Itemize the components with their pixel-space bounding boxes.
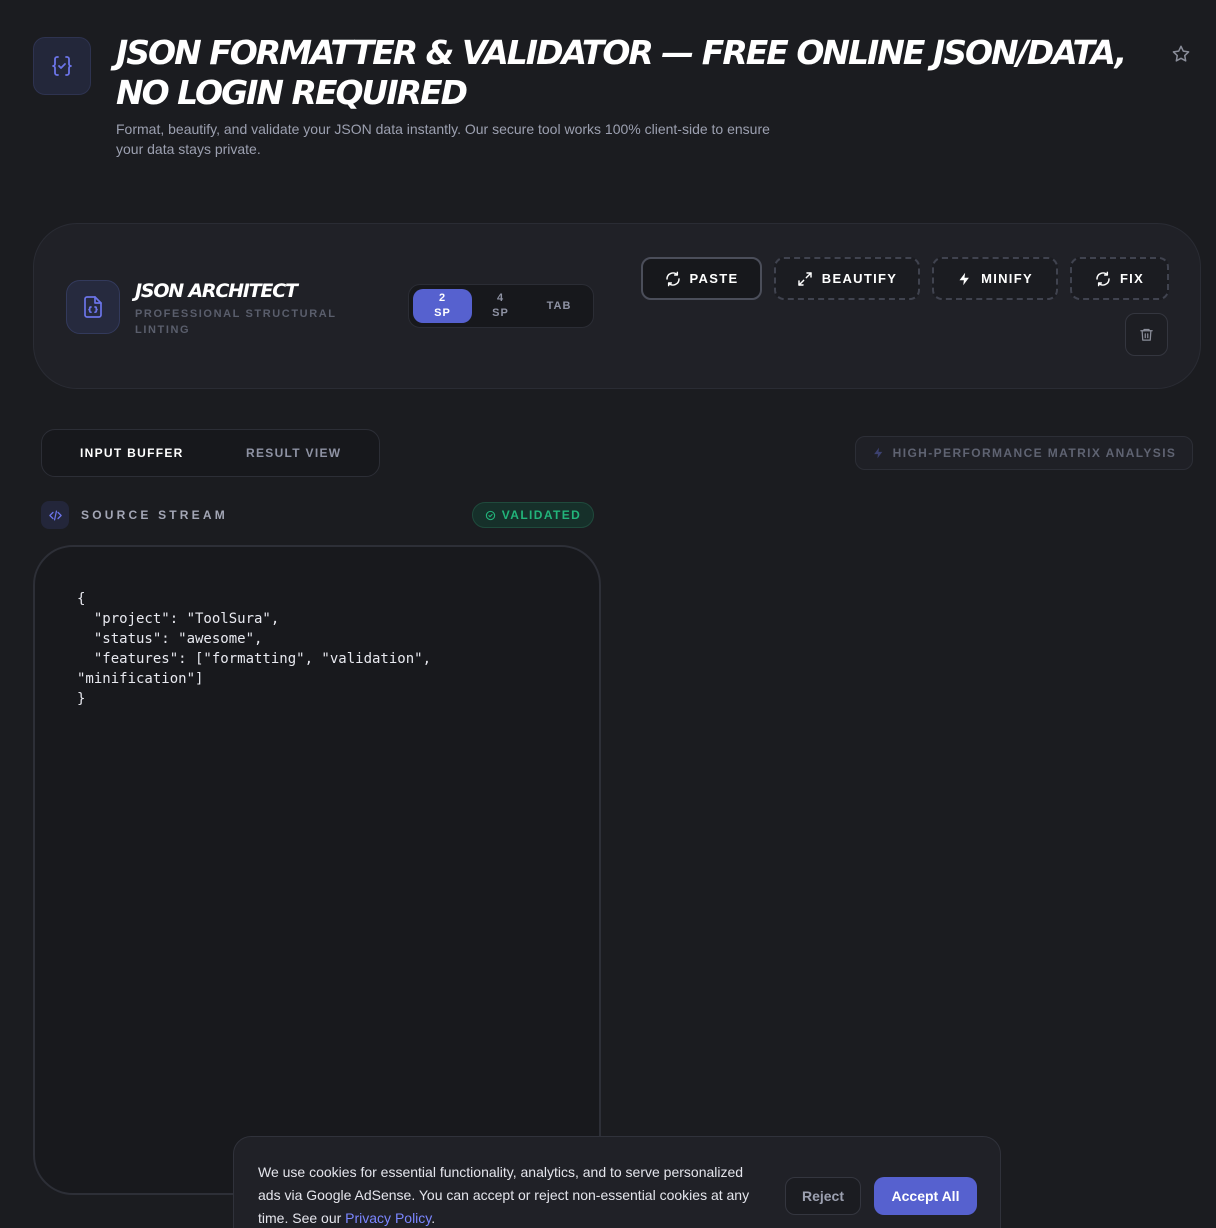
page: JSON FORMATTER & VALIDATOR — FREE ONLINE… — [0, 0, 1216, 1228]
lightning-icon — [959, 272, 969, 285]
tab-input-buffer[interactable]: INPUT BUFFER — [80, 430, 184, 476]
lightning-icon — [873, 447, 882, 459]
app-logo — [33, 37, 91, 95]
minify-button[interactable]: MINIFY — [932, 257, 1058, 300]
indent-option-4sp[interactable]: 4 SP — [472, 289, 529, 323]
architect-icon-box — [66, 280, 120, 334]
beautify-button[interactable]: BEAUTIFY — [774, 257, 920, 300]
toolbar-card: JSON ARCHITECT PROFESSIONAL STRUCTURAL L… — [33, 223, 1201, 389]
paste-button[interactable]: PASTE — [641, 257, 762, 300]
json-check-icon — [52, 56, 72, 76]
star-icon — [1172, 45, 1190, 62]
refresh-icon — [665, 271, 680, 286]
tab-result-view[interactable]: RESULT VIEW — [246, 430, 341, 476]
refresh-icon — [1096, 271, 1110, 286]
reject-button[interactable]: Reject — [785, 1177, 861, 1215]
accept-all-button[interactable]: Accept All — [874, 1177, 977, 1215]
check-circle-icon — [485, 510, 495, 520]
tool-tagline: PROFESSIONAL STRUCTURAL LINTING — [135, 308, 337, 336]
page-subtitle: Format, beautify, and validate your JSON… — [116, 121, 770, 157]
status-badge: VALIDATED — [472, 502, 594, 528]
cookie-message: We use cookies for essential functionali… — [258, 1164, 750, 1226]
trash-icon — [1140, 328, 1153, 341]
favorite-button[interactable] — [1168, 41, 1194, 67]
fix-button[interactable]: FIX — [1070, 257, 1169, 300]
performance-badge: HIGH-PERFORMANCE MATRIX ANALYSIS — [855, 436, 1193, 470]
privacy-policy-link[interactable]: Privacy Policy — [345, 1210, 431, 1226]
expand-icon — [798, 271, 812, 286]
cookie-banner: We use cookies for essential functionali… — [233, 1136, 1001, 1228]
json-file-icon — [84, 296, 102, 318]
source-stream-label: SOURCE STREAM — [81, 508, 228, 522]
tool-name: JSON ARCHITECT — [135, 280, 298, 302]
view-tabs: INPUT BUFFER RESULT VIEW — [41, 429, 380, 477]
json-input[interactable]: { "project": "ToolSura", "status": "awes… — [77, 589, 599, 709]
code-icon-box — [41, 501, 69, 529]
clear-button[interactable] — [1125, 313, 1168, 356]
indent-option-tab[interactable]: TAB — [529, 289, 589, 323]
page-title: JSON FORMATTER & VALIDATOR — FREE ONLINE… — [116, 33, 1127, 112]
json-editor[interactable]: { "project": "ToolSura", "status": "awes… — [33, 545, 601, 1195]
indent-option-2sp[interactable]: 2 SP — [413, 289, 472, 323]
indent-selector: 2 SP 4 SP TAB — [408, 284, 594, 328]
code-icon — [48, 510, 62, 520]
